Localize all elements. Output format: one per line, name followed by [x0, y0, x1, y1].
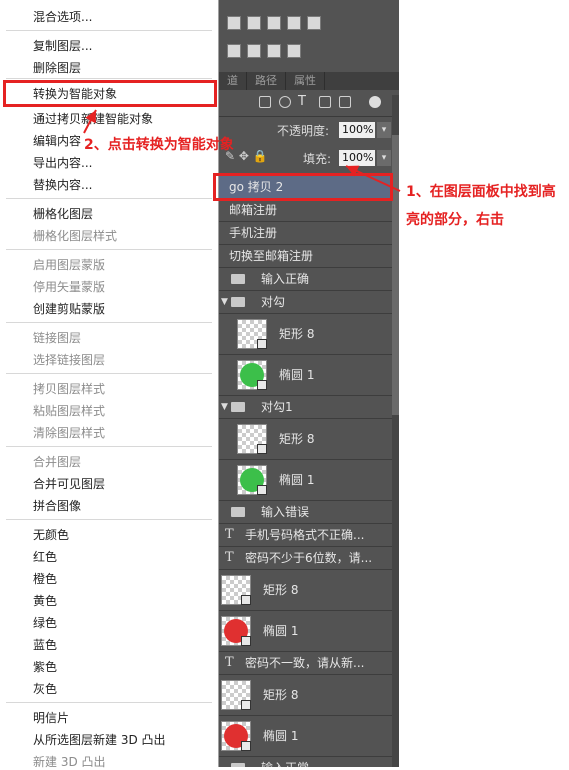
- arrow-to-layer: [345, 165, 401, 192]
- arrow-to-menu-item: [83, 109, 97, 134]
- annotation-step-2: 2、点击转换为智能对象: [84, 137, 234, 153]
- annotation-arrows: [83, 109, 401, 192]
- annotation-step-1: 1、在图层面板中找到高亮的部分，右击: [406, 184, 556, 228]
